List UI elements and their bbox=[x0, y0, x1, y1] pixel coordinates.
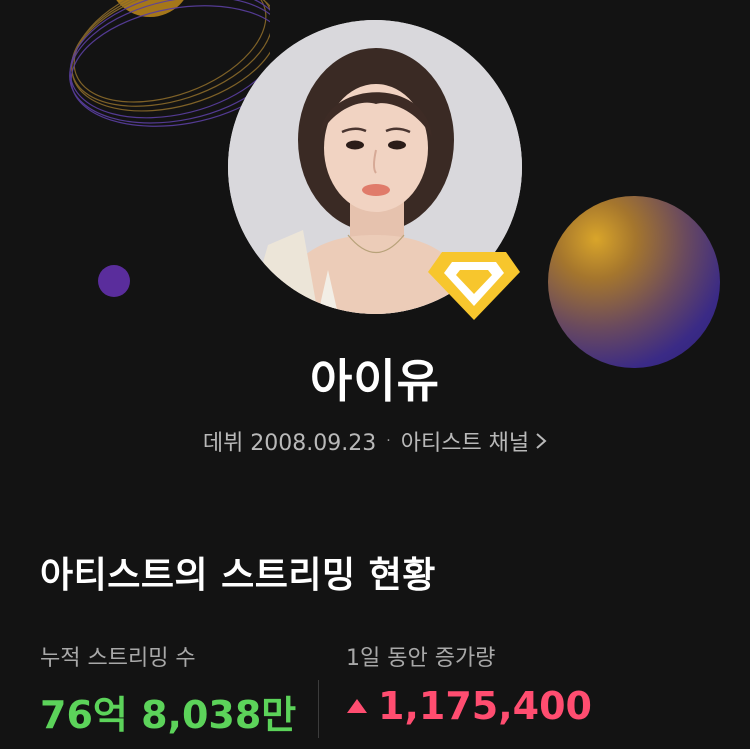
purple-dot-decoration bbox=[98, 265, 130, 297]
stats-divider bbox=[318, 680, 319, 738]
artist-name: 아이유 bbox=[310, 354, 440, 408]
gradient-sphere-decoration bbox=[548, 196, 720, 368]
diamond-badge-icon bbox=[428, 252, 520, 320]
total-streams-label: 누적 스트리밍 수 bbox=[40, 646, 196, 671]
total-streams-value: 76억 8,038만 bbox=[40, 693, 297, 737]
chevron-right-icon bbox=[536, 433, 547, 449]
daily-increase-value: 1,175,400 bbox=[378, 684, 592, 728]
meta-separator: · bbox=[386, 433, 391, 449]
streaming-section-title: 아티스트의 스트리밍 현황 bbox=[40, 555, 436, 596]
debut-date: 데뷔 2008.09.23 bbox=[202, 431, 377, 456]
daily-increase-label: 1일 동안 증가량 bbox=[346, 646, 496, 671]
daily-increase-stat: 1,175,400 bbox=[346, 684, 592, 728]
artist-channel-link[interactable]: 아티스트 채널 bbox=[401, 425, 547, 457]
artist-avatar-container[interactable] bbox=[228, 20, 522, 320]
artist-channel-label: 아티스트 채널 bbox=[400, 431, 530, 456]
artist-profile-screen: 아이유 데뷔 2008.09.23 · 아티스트 채널 아티스트의 스트리밍 현… bbox=[0, 0, 750, 749]
triangle-up-icon bbox=[347, 699, 367, 713]
artist-meta-row: 데뷔 2008.09.23 · 아티스트 채널 bbox=[0, 425, 750, 457]
